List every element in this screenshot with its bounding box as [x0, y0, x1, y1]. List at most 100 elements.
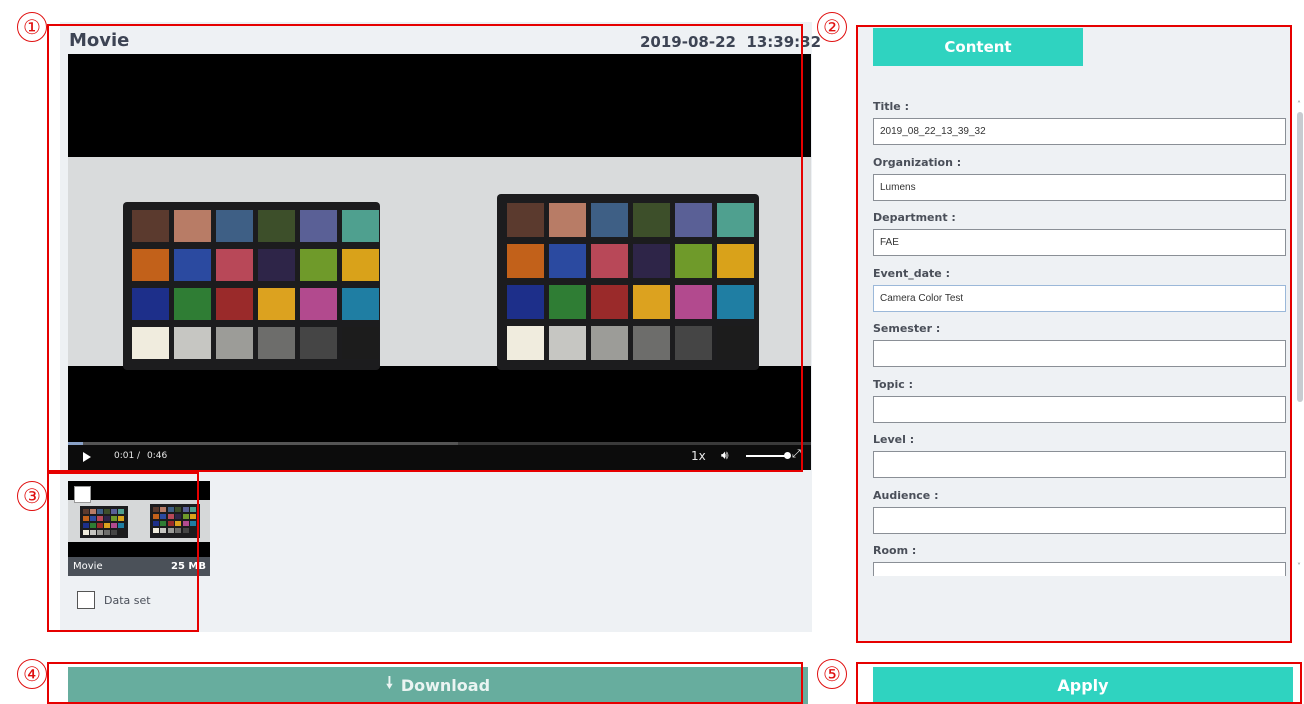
thumbnail-patch [97, 523, 103, 528]
thumbnail-patch [182, 514, 189, 519]
field-label: Organization : [873, 155, 962, 169]
thumbnail-patch [175, 528, 182, 533]
color-patch [132, 327, 169, 359]
volume-icon[interactable]: 🔊︎ [721, 448, 729, 463]
color-patch [300, 288, 337, 320]
color-patch [675, 285, 712, 319]
thumbnail-checker-left [80, 506, 128, 538]
thumbnail-patch [175, 507, 182, 512]
callout-4: ④ [17, 659, 47, 689]
movie-datetime: 2019-08-22 13:39:32 [640, 33, 822, 51]
color-patch [300, 249, 337, 281]
scrollbar-down-arrow[interactable]: ˅ [1297, 562, 1301, 571]
thumbnail-patch [153, 521, 159, 526]
download-button[interactable]: 🠗 Download [68, 667, 808, 704]
apply-button[interactable]: Apply [873, 667, 1293, 704]
thumbnail-patch [97, 530, 103, 535]
thumbnail-patch [111, 509, 117, 514]
thumbnail-patch [175, 521, 182, 526]
color-patch [717, 285, 754, 319]
thumbnail-patch [111, 516, 117, 521]
data-set-label: Data set [104, 594, 151, 607]
field-input[interactable] [873, 340, 1286, 367]
thumbnail-patch [182, 507, 189, 512]
thumbnail-patch [153, 514, 159, 519]
thumbnail-checkbox[interactable] [74, 486, 91, 503]
download-label: Download [400, 676, 491, 695]
thumbnail-patch [153, 507, 159, 512]
content-tab[interactable]: Content [873, 28, 1083, 66]
field-input[interactable] [873, 562, 1286, 576]
field-input[interactable] [873, 506, 1286, 534]
color-patch [216, 288, 253, 320]
field-label: Department : [873, 211, 956, 224]
color-patch [174, 327, 211, 359]
thumbnail-checker-right [150, 504, 200, 538]
field-input[interactable]: Lumens [873, 173, 1286, 201]
color-checker-right [497, 194, 759, 370]
color-patch [174, 288, 211, 320]
thumbnail-patch [167, 528, 174, 533]
color-patch [633, 203, 670, 237]
movie-thumbnail[interactable]: Movie 25 MB [68, 481, 210, 576]
thumbnail-patch [90, 530, 96, 535]
thumbnail-patch [190, 507, 196, 512]
color-patch [633, 244, 670, 278]
thumbnail-patch [190, 521, 196, 526]
field-input[interactable]: FAE [873, 229, 1286, 256]
thumbnail-name: Movie [73, 561, 103, 572]
color-patch [675, 203, 712, 237]
callout-2: ② [817, 12, 847, 42]
color-patch [591, 285, 628, 319]
thumbnail-frame [68, 500, 210, 542]
color-patch [633, 326, 670, 360]
video-frame [68, 157, 811, 370]
color-patch [591, 203, 628, 237]
thumbnail-patch [90, 516, 96, 521]
thumbnail-patch [97, 516, 103, 521]
field-label: Event_date : [873, 266, 950, 280]
thumbnail-patch [104, 509, 110, 514]
color-patch [549, 326, 586, 360]
thumbnail-patch [83, 516, 89, 521]
duration: 0:46 [147, 451, 168, 461]
color-patch [174, 210, 211, 242]
color-patch [549, 285, 586, 319]
thumbnail-patch [167, 521, 174, 526]
video-player[interactable]: 0:01 / 0:46 1x 🔊︎ ⤢ [68, 54, 811, 470]
field-label: Room : [873, 544, 917, 557]
color-patch [591, 244, 628, 278]
thumbnail-patch [182, 521, 189, 526]
field-input[interactable] [873, 451, 1286, 478]
volume-slider[interactable] [746, 452, 791, 459]
thumbnail-patch [83, 509, 89, 514]
color-patch [507, 285, 544, 319]
time-separator: / [137, 451, 141, 461]
form-scrollbar[interactable]: ˄ ˅ [1297, 100, 1303, 575]
scrollbar-thumb[interactable] [1297, 112, 1303, 402]
color-patch [591, 326, 628, 360]
progress-track[interactable] [68, 442, 811, 445]
data-set-checkbox[interactable] [77, 591, 95, 609]
field-label: Level : [873, 433, 915, 446]
thumbnail-patch [167, 514, 174, 519]
player-controls: 0:01 / 0:46 1x 🔊︎ ⤢ [68, 442, 811, 470]
thumbnail-patch [104, 523, 110, 528]
color-patch [300, 210, 337, 242]
thumbnail-patch [160, 528, 167, 533]
color-patch [342, 210, 379, 242]
color-patch [507, 203, 544, 237]
thumbnail-patch [190, 528, 196, 533]
volume-knob[interactable] [784, 452, 791, 459]
color-checker-left [123, 202, 380, 370]
field-input[interactable]: Camera Color Test [873, 284, 1286, 312]
play-icon[interactable] [83, 452, 91, 462]
playback-speed[interactable]: 1x [691, 449, 706, 463]
thumbnail-patch [182, 528, 189, 533]
color-patch [342, 249, 379, 281]
field-input[interactable] [873, 395, 1286, 423]
thumbnail-patch [90, 523, 96, 528]
field-input[interactable]: 2019_08_22_13_39_32 [873, 118, 1286, 145]
fullscreen-icon[interactable]: ⤢ [792, 447, 801, 461]
scrollbar-up-arrow[interactable]: ˄ [1297, 100, 1301, 109]
